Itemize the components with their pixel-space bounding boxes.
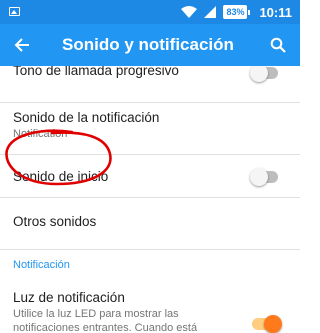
progressive-ringtone-switch[interactable]: [250, 66, 278, 82]
wifi-icon: [181, 6, 198, 18]
setting-title: Otros sonidos: [13, 214, 97, 229]
arrow-back-icon[interactable]: [10, 33, 34, 57]
battery-percent: 83%: [223, 5, 248, 19]
setting-notification-light[interactable]: Luz de notificación Utilice la luz LED p…: [0, 280, 300, 333]
page-title: Sonido y notificación: [62, 35, 234, 54]
search-icon[interactable]: [266, 33, 290, 57]
settings-list: Tono de llamada progresivo Sonido de la …: [0, 66, 300, 333]
setting-startup-sound[interactable]: Sonido de inicio: [0, 155, 300, 198]
startup-sound-switch[interactable]: [250, 168, 278, 186]
setting-other-sounds[interactable]: Otros sonidos: [0, 198, 300, 250]
setting-title: Tono de llamada progresivo: [13, 66, 179, 78]
status-bar: 83% 10:11: [0, 0, 300, 24]
cell-signal-icon: [204, 6, 217, 18]
setting-title: Sonido de la notificación: [13, 110, 160, 125]
setting-progressive-ringtone[interactable]: Tono de llamada progresivo: [0, 66, 300, 103]
notification-light-switch[interactable]: [252, 315, 282, 333]
image-icon: [9, 7, 20, 16]
section-header-notification: Notificación: [13, 259, 70, 271]
setting-title: Luz de notificación: [13, 290, 125, 305]
battery-icon: 83%: [223, 5, 251, 19]
setting-title: Sonido de inicio: [13, 169, 109, 184]
setting-notification-sound[interactable]: Sonido de la notificación Notification: [0, 103, 300, 155]
app-bar: Sonido y notificación: [0, 24, 300, 66]
setting-summary: Utilice la luz LED para mostrar las noti…: [13, 308, 198, 333]
status-time: 10:11: [259, 4, 292, 20]
setting-summary: Notification: [13, 128, 68, 140]
